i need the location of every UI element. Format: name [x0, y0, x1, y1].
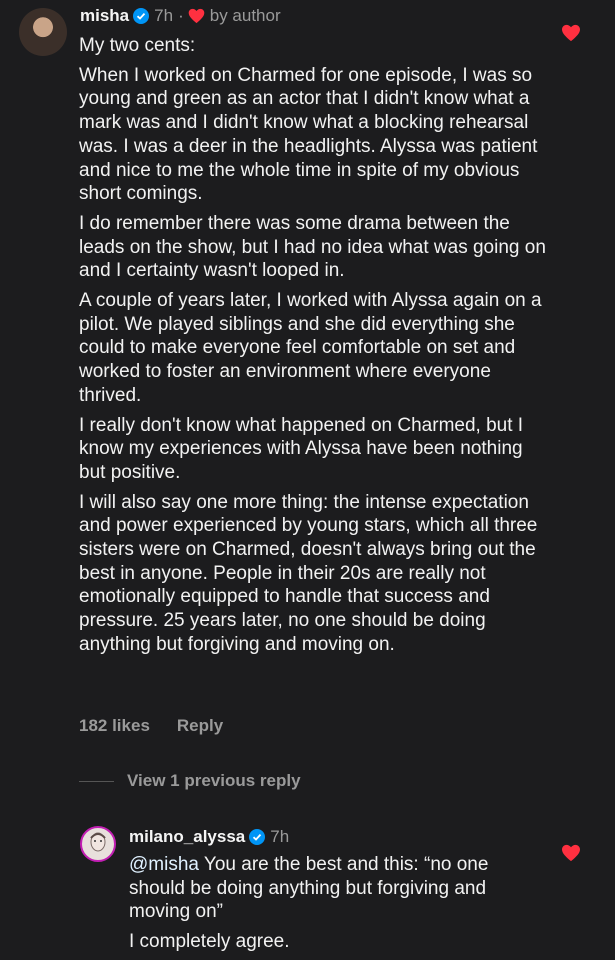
comment-body: My two cents: When I worked on Charmed f… [79, 34, 549, 663]
username[interactable]: milano_alyssa [129, 827, 245, 847]
divider [79, 781, 114, 782]
reply-button[interactable]: Reply [177, 716, 223, 736]
mention-link[interactable]: @misha [129, 854, 199, 875]
likes-count[interactable]: 182 likes [79, 716, 150, 736]
comment-paragraph: I do remember there was some drama betwe… [79, 212, 546, 282]
username[interactable]: misha [80, 6, 129, 26]
verified-badge-icon [133, 8, 150, 24]
separator-dot: · [178, 6, 184, 25]
reply-paragraph: I completely agree. [129, 931, 290, 953]
like-heart-icon[interactable] [561, 24, 581, 42]
comment-paragraph: My two cents: [79, 35, 196, 56]
timestamp: 7h [270, 827, 290, 846]
avatar-milano-alyssa[interactable] [80, 826, 116, 862]
comment-header: misha 7h · by author [80, 3, 281, 29]
liked-by-author-heart-icon [188, 8, 205, 24]
avatar-face-icon [90, 832, 106, 852]
comment-paragraph: A couple of years later, I worked with A… [79, 290, 542, 406]
avatar-misha[interactable] [19, 8, 67, 56]
timestamp: 7h [154, 6, 174, 25]
comment-paragraph: I really don't know what happened on Cha… [79, 414, 524, 483]
reply-paragraph: @misha You are the best and this: “no on… [129, 853, 509, 924]
reply-body: @misha You are the best and this: “no on… [129, 853, 509, 960]
liked-by-label: by author [209, 6, 281, 25]
view-previous-replies-button[interactable]: View 1 previous reply [127, 771, 301, 791]
comment-paragraph: When I worked on Charmed for one episode… [79, 64, 538, 205]
comment-actions: 182 likes Reply [79, 716, 223, 736]
comment-paragraph: I will also say one more thing: the inte… [79, 491, 538, 655]
reply-header: milano_alyssa 7h [129, 824, 289, 850]
like-heart-icon[interactable] [561, 844, 581, 862]
verified-badge-icon [249, 829, 266, 845]
